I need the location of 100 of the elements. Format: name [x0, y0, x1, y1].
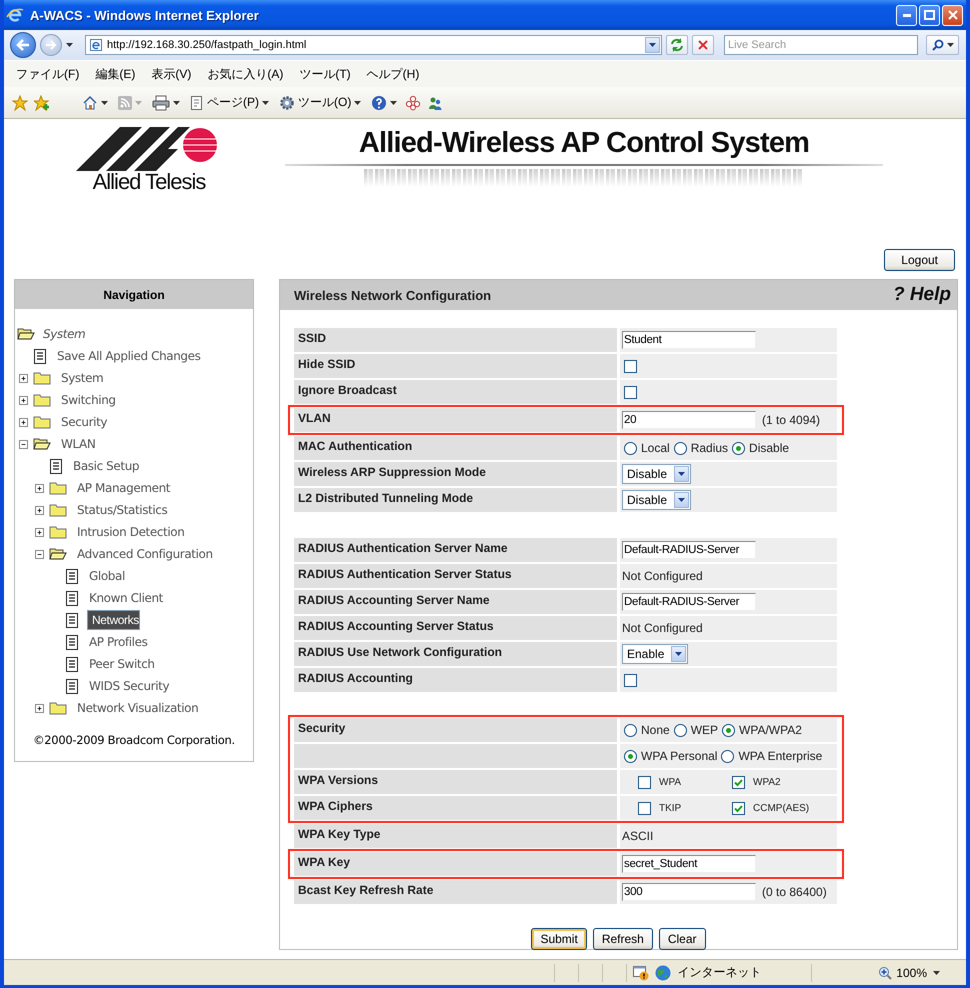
tree-item[interactable]: Peer Switch [87, 656, 157, 672]
radio-label[interactable]: WEP [690, 723, 718, 737]
help-link[interactable]: ? Help [892, 284, 951, 306]
checkbox-label[interactable]: WPA [659, 776, 682, 788]
radio-label[interactable]: Disable [749, 441, 790, 455]
caret-icon [101, 100, 108, 104]
search-button[interactable] [926, 35, 959, 55]
radio-button[interactable] [674, 724, 687, 736]
checkbox[interactable] [732, 776, 745, 788]
menu-item[interactable]: ヘルプ(H) [358, 62, 428, 86]
close-button[interactable] [942, 4, 963, 26]
radio-button[interactable] [624, 442, 637, 454]
zoom-control[interactable]: 100% [872, 966, 933, 980]
radio-label[interactable]: Local [641, 441, 670, 455]
checkbox-label[interactable]: WPA2 [753, 776, 781, 788]
text-field[interactable]: Student [622, 331, 756, 349]
radio-button[interactable] [624, 750, 637, 762]
search-field[interactable]: Live Search [724, 35, 918, 55]
checkbox-label[interactable]: CCMP(AES) [753, 802, 810, 814]
tree-item[interactable]: System [41, 326, 88, 342]
tree-item[interactable]: WIDS Security [87, 678, 172, 694]
tree-item[interactable]: Networks [87, 610, 140, 630]
radio-label[interactable]: WPA/WPA2 [739, 723, 802, 737]
refresh-button[interactable] [666, 35, 688, 55]
radio-label[interactable]: Radius [690, 441, 728, 455]
radio-button[interactable] [722, 724, 736, 736]
checkbox[interactable] [624, 674, 637, 686]
tree-item[interactable]: Global [87, 568, 127, 584]
star-plus-icon[interactable] [34, 94, 50, 110]
security-zone: インターネット [677, 964, 762, 981]
text-field[interactable]: Default-RADIUS-Server [622, 541, 756, 559]
stop-button[interactable] [692, 35, 714, 55]
dropdown[interactable]: Disable [622, 464, 692, 484]
expand-icon[interactable] [35, 506, 44, 514]
menu-item[interactable]: ツール(T) [291, 62, 359, 86]
form-button[interactable]: Submit [531, 928, 587, 950]
checkbox[interactable] [638, 802, 651, 814]
flower-icon[interactable] [405, 94, 422, 110]
tree-item[interactable]: Network Visualization [75, 700, 200, 716]
form-button[interactable]: Refresh [592, 928, 653, 950]
radio-label[interactable]: None [641, 723, 670, 737]
radio-button[interactable] [721, 750, 734, 762]
open-folder-icon [33, 437, 51, 451]
menu-item[interactable]: 表示(V) [143, 62, 200, 86]
radio-label[interactable]: WPA Enterprise [738, 749, 822, 763]
star-icon[interactable] [12, 94, 28, 110]
expand-icon[interactable] [35, 484, 44, 492]
maximize-button[interactable] [919, 4, 940, 26]
tree-item[interactable]: Status/Statistics [75, 502, 170, 518]
checkbox[interactable] [638, 776, 651, 788]
expand-icon[interactable] [19, 418, 28, 426]
tree-item[interactable]: Known Client [87, 590, 165, 606]
checkbox[interactable] [624, 360, 637, 372]
tree-item[interactable]: Basic Setup [71, 458, 142, 474]
tree-item[interactable]: Security [59, 414, 110, 430]
checkbox-label[interactable]: TKIP [659, 802, 682, 814]
radio-button[interactable] [732, 442, 746, 454]
field-label: RADIUS Accounting [294, 668, 617, 692]
checkbox[interactable] [624, 386, 637, 398]
logout-button[interactable]: Logout [884, 249, 955, 271]
text-field[interactable]: 300 [622, 883, 756, 901]
collapse-icon[interactable] [35, 550, 44, 558]
text-field[interactable]: Default-RADIUS-Server [622, 593, 756, 611]
expand-icon[interactable] [19, 396, 28, 404]
page-icon [89, 38, 103, 52]
page-menu[interactable]: ページ(P) [188, 93, 271, 112]
dropdown[interactable]: Enable [622, 644, 688, 664]
address-field[interactable]: http://192.168.30.250/fastpath_login.html [85, 35, 662, 55]
tree-item[interactable]: Switching [59, 392, 118, 408]
radio-label[interactable]: WPA Personal [641, 749, 718, 763]
form-button[interactable]: Clear [658, 928, 706, 950]
help-button[interactable] [369, 94, 400, 112]
text-field[interactable]: secret_Student [622, 855, 756, 873]
menu-item[interactable]: ファイル(F) [8, 62, 88, 86]
collapse-icon[interactable] [19, 440, 28, 448]
tree-item[interactable]: Advanced Configuration [75, 546, 215, 562]
radio-button[interactable] [674, 442, 687, 454]
people-icon[interactable] [427, 94, 444, 110]
popup-warning-icon[interactable] [633, 964, 650, 980]
back-button[interactable] [10, 32, 36, 58]
radio-button[interactable] [624, 724, 637, 736]
menu-item[interactable]: 編集(E) [87, 62, 144, 86]
expand-icon[interactable] [35, 528, 44, 536]
tools-menu[interactable]: ツール(O) [277, 93, 364, 112]
forward-button[interactable] [40, 34, 62, 56]
tree-item[interactable]: AP Profiles [87, 634, 150, 650]
tree-item[interactable]: WLAN [59, 436, 98, 452]
tree-item[interactable]: AP Management [75, 480, 172, 496]
tree-item[interactable]: Intrusion Detection [75, 524, 186, 540]
minimize-button[interactable] [896, 4, 917, 26]
tree-item[interactable]: System [59, 370, 106, 386]
dropdown[interactable]: Disable [622, 490, 692, 510]
menu-item[interactable]: お気に入り(A) [199, 62, 292, 86]
expand-icon[interactable] [19, 374, 28, 382]
tree-item[interactable]: Save All Applied Changes [55, 348, 202, 364]
text-field[interactable]: 20 [622, 411, 756, 429]
checkbox[interactable] [732, 802, 745, 814]
folder-icon [49, 481, 67, 495]
print-button[interactable] [150, 94, 182, 112]
expand-icon[interactable] [35, 704, 44, 712]
